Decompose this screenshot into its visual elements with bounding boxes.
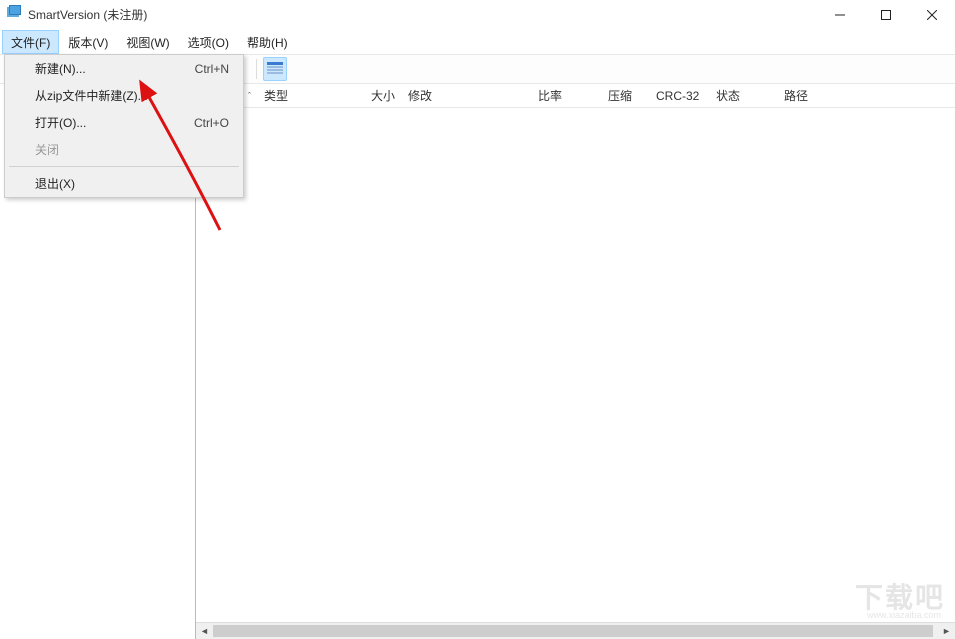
menu-item-close-label: 关闭 bbox=[35, 141, 59, 158]
menu-item-exit[interactable]: 退出(X) bbox=[5, 170, 243, 197]
scroll-thumb[interactable] bbox=[213, 625, 933, 637]
menu-version[interactable]: 版本(V) bbox=[59, 30, 117, 54]
sort-asc-icon: ˆ bbox=[248, 91, 251, 101]
close-button[interactable] bbox=[909, 0, 955, 30]
window-title: SmartVersion (未注册) bbox=[28, 6, 147, 23]
menu-item-new[interactable]: 新建(N)... Ctrl+N bbox=[5, 55, 243, 82]
window-controls bbox=[817, 0, 955, 29]
menu-item-new-from-zip[interactable]: 从zip文件中新建(Z)... bbox=[5, 82, 243, 109]
titlebar-left: SmartVersion (未注册) bbox=[6, 4, 147, 25]
list-body[interactable]: 下载吧 www.xiazaiba.com bbox=[196, 108, 955, 622]
list-panel: ˆ 类型 大小 修改 比率 压缩 CRC-32 状态 路径 下载吧 www.xi… bbox=[196, 84, 955, 639]
menu-view[interactable]: 视图(W) bbox=[117, 30, 178, 54]
titlebar: SmartVersion (未注册) bbox=[0, 0, 955, 30]
watermark-url: www.xiazaiba.com bbox=[867, 610, 941, 620]
column-size[interactable]: 大小 bbox=[362, 84, 402, 107]
watermark-text: 下载吧 bbox=[855, 576, 945, 616]
scroll-left-button[interactable]: ◄ bbox=[196, 623, 213, 639]
menu-item-open-shortcut: Ctrl+O bbox=[194, 116, 229, 130]
menu-file[interactable]: 文件(F) bbox=[2, 30, 59, 54]
menu-options[interactable]: 选项(O) bbox=[179, 30, 238, 54]
menu-help[interactable]: 帮助(H) bbox=[238, 30, 297, 54]
horizontal-scrollbar[interactable]: ◄ ► bbox=[196, 622, 955, 639]
toolbar-separator bbox=[256, 59, 257, 79]
toolbar-details-view-button[interactable] bbox=[263, 57, 287, 81]
column-header: ˆ 类型 大小 修改 比率 压缩 CRC-32 状态 路径 bbox=[196, 84, 955, 108]
menubar: 文件(F) 版本(V) 视图(W) 选项(O) 帮助(H) bbox=[0, 30, 955, 54]
column-path[interactable]: 路径 bbox=[778, 84, 955, 107]
menu-item-exit-label: 退出(X) bbox=[35, 175, 75, 192]
column-crc32[interactable]: CRC-32 bbox=[650, 84, 710, 107]
scroll-right-button[interactable]: ► bbox=[938, 623, 955, 639]
menu-item-new-label: 新建(N)... bbox=[35, 60, 86, 77]
column-compress[interactable]: 压缩 bbox=[602, 84, 650, 107]
column-modified[interactable]: 修改 bbox=[402, 84, 532, 107]
app-icon bbox=[6, 4, 22, 25]
column-status[interactable]: 状态 bbox=[710, 84, 778, 107]
maximize-button[interactable] bbox=[863, 0, 909, 30]
menu-item-open[interactable]: 打开(O)... Ctrl+O bbox=[5, 109, 243, 136]
file-menu-dropdown: 新建(N)... Ctrl+N 从zip文件中新建(Z)... 打开(O)...… bbox=[4, 54, 244, 198]
menu-item-close: 关闭 bbox=[5, 136, 243, 163]
menu-separator bbox=[9, 166, 239, 167]
column-ratio[interactable]: 比率 bbox=[532, 84, 602, 107]
menu-item-open-label: 打开(O)... bbox=[35, 114, 86, 131]
menu-item-new-from-zip-label: 从zip文件中新建(Z)... bbox=[35, 87, 148, 104]
menu-item-new-shortcut: Ctrl+N bbox=[195, 62, 229, 76]
scroll-track[interactable] bbox=[213, 623, 938, 639]
minimize-button[interactable] bbox=[817, 0, 863, 30]
column-type[interactable]: 类型 bbox=[258, 84, 362, 107]
